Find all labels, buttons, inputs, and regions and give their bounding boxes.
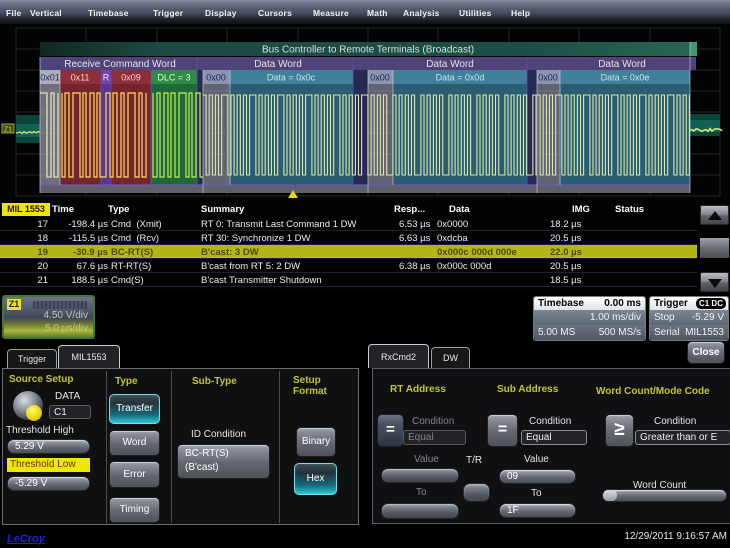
svg-text:R: R bbox=[103, 73, 110, 83]
svg-text:Data = 0x0c: Data = 0x0c bbox=[267, 73, 316, 83]
svg-text:Data Word: Data Word bbox=[598, 59, 646, 70]
svg-text:Z1: Z1 bbox=[4, 127, 12, 134]
svg-text:0x11: 0x11 bbox=[71, 73, 90, 83]
svg-text:0x00: 0x00 bbox=[206, 73, 226, 83]
svg-text:Data = 0x0e: Data = 0x0e bbox=[601, 73, 650, 83]
svg-text:Bus Controller to Remote Termi: Bus Controller to Remote Terminals (Broa… bbox=[262, 45, 474, 56]
svg-text:Data Word: Data Word bbox=[254, 59, 302, 70]
svg-text:DLC = 3: DLC = 3 bbox=[157, 73, 190, 83]
svg-text:0x00: 0x00 bbox=[538, 73, 558, 83]
svg-text:Receive Command Word: Receive Command Word bbox=[64, 59, 176, 70]
svg-text:0x01: 0x01 bbox=[40, 73, 60, 83]
svg-text:0x00: 0x00 bbox=[370, 73, 390, 83]
svg-text:0x09: 0x09 bbox=[121, 73, 141, 83]
svg-text:Data Word: Data Word bbox=[426, 59, 474, 70]
svg-text:Data = 0x0d: Data = 0x0d bbox=[436, 73, 485, 83]
